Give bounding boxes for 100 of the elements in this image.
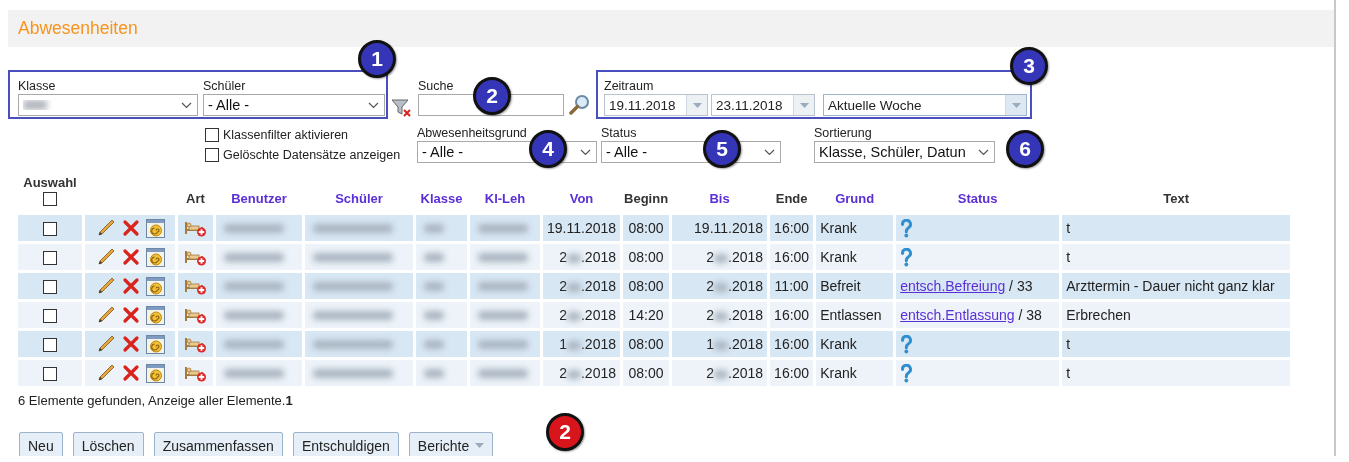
callout-badge: 5 (703, 130, 741, 168)
checkbox[interactable] (43, 222, 57, 237)
chevron-icon (580, 148, 591, 156)
question-icon[interactable] (900, 247, 914, 267)
delete-icon[interactable] (121, 277, 140, 295)
checkbox[interactable] (205, 148, 219, 162)
blurred-text (478, 368, 528, 378)
spiral-window-icon[interactable] (145, 218, 165, 238)
table-cell: Krank (816, 215, 894, 241)
blurred-text (224, 281, 284, 291)
date-text: .2018 (728, 336, 764, 352)
date-field[interactable]: 19.11.2018 (604, 94, 708, 116)
bed-icon (184, 364, 207, 383)
question-icon[interactable] (900, 363, 914, 383)
blurred-text (424, 310, 444, 320)
bed-icon (184, 248, 207, 267)
column-header: Ende (775, 191, 808, 206)
action-button[interactable]: Entschuldigen (292, 432, 399, 456)
delete-icon[interactable] (121, 335, 140, 353)
pencil-icon[interactable] (95, 218, 116, 238)
delete-icon[interactable] (121, 306, 140, 324)
checkbox[interactable] (205, 128, 219, 142)
spiral-window-icon[interactable] (145, 363, 165, 383)
spiral-window-icon[interactable] (145, 305, 165, 325)
blurred-text (714, 282, 729, 292)
date-text: 2 (559, 365, 567, 381)
checkbox[interactable] (43, 338, 57, 353)
pencil-icon[interactable] (95, 305, 116, 325)
search-icon[interactable] (569, 94, 591, 116)
spiral-window-icon[interactable] (145, 247, 165, 267)
blurred-text (224, 339, 284, 349)
table-cell: 08:00 (623, 215, 670, 241)
blurred-text (714, 311, 729, 321)
column-header[interactable]: Benutzer (231, 191, 287, 206)
field-label: Abwesenheitsgrund (417, 125, 528, 141)
chevron-icon (181, 101, 192, 109)
field-label: Suche (418, 78, 455, 94)
date-field[interactable]: 23.11.2018 (711, 94, 815, 116)
dropdown-arrow-icon (1011, 102, 1021, 108)
column-header[interactable]: Grund (835, 191, 875, 206)
delete-icon[interactable] (121, 364, 140, 382)
blurred-text (714, 253, 729, 263)
column-header[interactable]: Klasse (420, 191, 463, 206)
blurred-text (478, 310, 528, 320)
dropdown[interactable] (18, 94, 198, 116)
table-cell: Krank (816, 244, 894, 270)
callout-badge: 2 (473, 77, 511, 115)
date-text: .2018 (581, 365, 617, 381)
checkbox[interactable] (43, 251, 57, 266)
question-icon[interactable] (900, 218, 914, 238)
checkbox[interactable] (43, 280, 57, 295)
blurred-text (224, 223, 284, 233)
callout-badge: 1 (358, 40, 396, 78)
blurred-text (478, 223, 528, 233)
pencil-icon[interactable] (95, 247, 116, 267)
checkbox-label: Gelöschte Datensätze anzeigen (223, 148, 401, 162)
column-header[interactable]: Kl-Leh (484, 191, 526, 206)
table-cell: 14:20 (623, 302, 670, 328)
filter-clear-icon[interactable] (391, 98, 413, 118)
checkbox[interactable] (43, 367, 57, 382)
column-header[interactable]: Von (569, 191, 594, 206)
dropdown[interactable]: Klasse, Schüler, Datun (814, 141, 995, 163)
spiral-window-icon[interactable] (145, 276, 165, 296)
status-link[interactable]: entsch.Befreiung (900, 278, 1006, 294)
table-cell: t (1062, 215, 1291, 241)
delete-icon[interactable] (121, 248, 140, 266)
table-cell: 08:00 (623, 244, 670, 270)
column-header: Art (186, 191, 205, 206)
dropdown[interactable]: - Alle - (203, 94, 385, 116)
menu-button[interactable]: Berichte (408, 432, 494, 456)
column-header[interactable]: Status (957, 191, 998, 206)
delete-icon[interactable] (121, 219, 140, 237)
pencil-icon[interactable] (95, 276, 116, 296)
blurred-text (567, 340, 581, 350)
table-cell: 16:00 (770, 360, 814, 386)
date-text: 19.11.2018 (547, 220, 617, 236)
spiral-window-icon[interactable] (145, 334, 165, 354)
chevron-icon (978, 148, 989, 156)
table-cell: Befreit (816, 273, 894, 299)
blurred-text (478, 339, 528, 349)
action-button[interactable]: Neu (19, 432, 63, 456)
period-dropdown[interactable]: Aktuelle Woche (823, 94, 1027, 116)
table-cell: Krank (816, 360, 894, 386)
status-count: / 33 (1009, 278, 1033, 294)
blurred-text (567, 311, 581, 321)
table-cell: 16:00 (770, 302, 814, 328)
status-link[interactable]: entsch.Entlassung (900, 307, 1015, 323)
checkbox[interactable] (43, 191, 57, 206)
column-header[interactable]: Schüler (335, 191, 383, 206)
field-label: Sortierung (814, 125, 873, 141)
pencil-icon[interactable] (95, 363, 116, 383)
action-button[interactable]: Zusammenfassen (153, 432, 283, 456)
date-text: .2018 (728, 307, 764, 323)
column-header[interactable]: Bis (709, 191, 730, 206)
checkbox[interactable] (43, 309, 57, 324)
pencil-icon[interactable] (95, 334, 116, 354)
question-icon[interactable] (900, 334, 914, 354)
result-summary: 6 Elemente gefunden, Anzeige aller Elemente.1 (18, 393, 294, 408)
action-button[interactable]: Löschen (72, 432, 144, 456)
field-label: Klasse (18, 78, 57, 94)
